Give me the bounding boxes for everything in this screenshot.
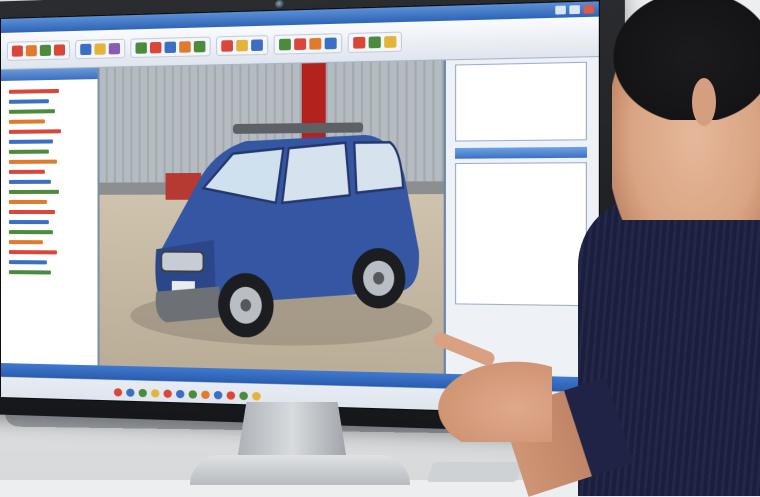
status-icon[interactable] (139, 389, 147, 397)
status-icon[interactable] (176, 390, 184, 398)
app-workspace (1, 57, 599, 382)
monitor-screen (0, 0, 600, 416)
tool-icon[interactable] (221, 40, 233, 52)
tool-icon[interactable] (279, 38, 291, 50)
tree-item[interactable] (9, 139, 53, 143)
webcam-icon (275, 0, 285, 9)
status-icon[interactable] (239, 392, 248, 401)
suv-model[interactable] (100, 60, 444, 378)
person-hair (600, 0, 760, 120)
tool-icon[interactable] (251, 39, 263, 51)
toolbar-group (216, 35, 268, 56)
tool-icon[interactable] (80, 43, 91, 54)
tree-item[interactable] (9, 160, 57, 164)
status-icon[interactable] (164, 390, 172, 398)
tool-icon[interactable] (165, 41, 176, 53)
tool-icon[interactable] (384, 35, 396, 47)
tool-icon[interactable] (136, 42, 147, 54)
toolbar-group (348, 31, 402, 52)
status-icon[interactable] (151, 389, 159, 397)
tool-icon[interactable] (54, 44, 65, 55)
tool-icon[interactable] (179, 41, 191, 53)
tree-item[interactable] (9, 260, 47, 264)
tool-icon[interactable] (94, 43, 105, 54)
tool-icon[interactable] (194, 40, 206, 52)
tool-icon[interactable] (26, 45, 37, 56)
tree-item[interactable] (9, 170, 45, 174)
status-icon[interactable] (227, 391, 236, 400)
status-icon[interactable] (214, 391, 222, 400)
tree-item[interactable] (9, 270, 51, 274)
tree-item[interactable] (9, 99, 49, 104)
tree-item[interactable] (9, 119, 45, 123)
tree-item[interactable] (9, 109, 55, 114)
tree-item[interactable] (9, 250, 57, 254)
tree-item[interactable] (9, 230, 53, 234)
tool-icon[interactable] (369, 36, 381, 48)
3d-viewport[interactable] (100, 60, 444, 378)
tree-item[interactable] (9, 129, 61, 134)
close-button[interactable] (583, 5, 594, 14)
toolbar-group (75, 38, 125, 59)
tool-icon[interactable] (309, 37, 321, 49)
properties-panel (444, 57, 599, 382)
minimize-button[interactable] (555, 6, 566, 15)
tree-item[interactable] (9, 190, 59, 194)
tree-item[interactable] (9, 180, 51, 184)
maximize-button[interactable] (569, 5, 580, 14)
tree-item[interactable] (9, 89, 59, 94)
tree-item[interactable] (9, 220, 49, 224)
tool-icon[interactable] (353, 36, 365, 48)
properties-detail[interactable] (455, 162, 587, 306)
properties-list[interactable] (455, 62, 587, 142)
keyboard (426, 462, 523, 482)
tool-icon[interactable] (150, 41, 161, 53)
status-icon[interactable] (189, 390, 197, 398)
person-hand (432, 358, 552, 442)
status-icon[interactable] (114, 388, 122, 396)
tree-item[interactable] (9, 210, 55, 214)
tree-panel (1, 68, 100, 370)
toolbar-group (274, 33, 343, 55)
tool-icon[interactable] (109, 42, 120, 53)
monitor-stand-base (190, 455, 410, 485)
tree-item[interactable] (9, 200, 47, 204)
photo-scene (0, 0, 760, 480)
properties-selected-row[interactable] (455, 147, 587, 159)
status-icon[interactable] (126, 388, 134, 396)
toolbar-group (7, 40, 70, 61)
tree-item[interactable] (9, 150, 49, 154)
tool-icon[interactable] (12, 45, 23, 56)
tool-icon[interactable] (236, 39, 248, 51)
monitor-stand-neck (232, 402, 352, 462)
tool-icon[interactable] (294, 38, 306, 50)
tree-item[interactable] (9, 240, 43, 244)
status-icon[interactable] (252, 392, 261, 401)
toolbar-group (130, 36, 210, 57)
tree-panel-header (1, 68, 98, 81)
status-icon[interactable] (201, 391, 209, 399)
tool-icon[interactable] (325, 37, 337, 49)
tool-icon[interactable] (40, 44, 51, 55)
person-ear (692, 78, 716, 126)
